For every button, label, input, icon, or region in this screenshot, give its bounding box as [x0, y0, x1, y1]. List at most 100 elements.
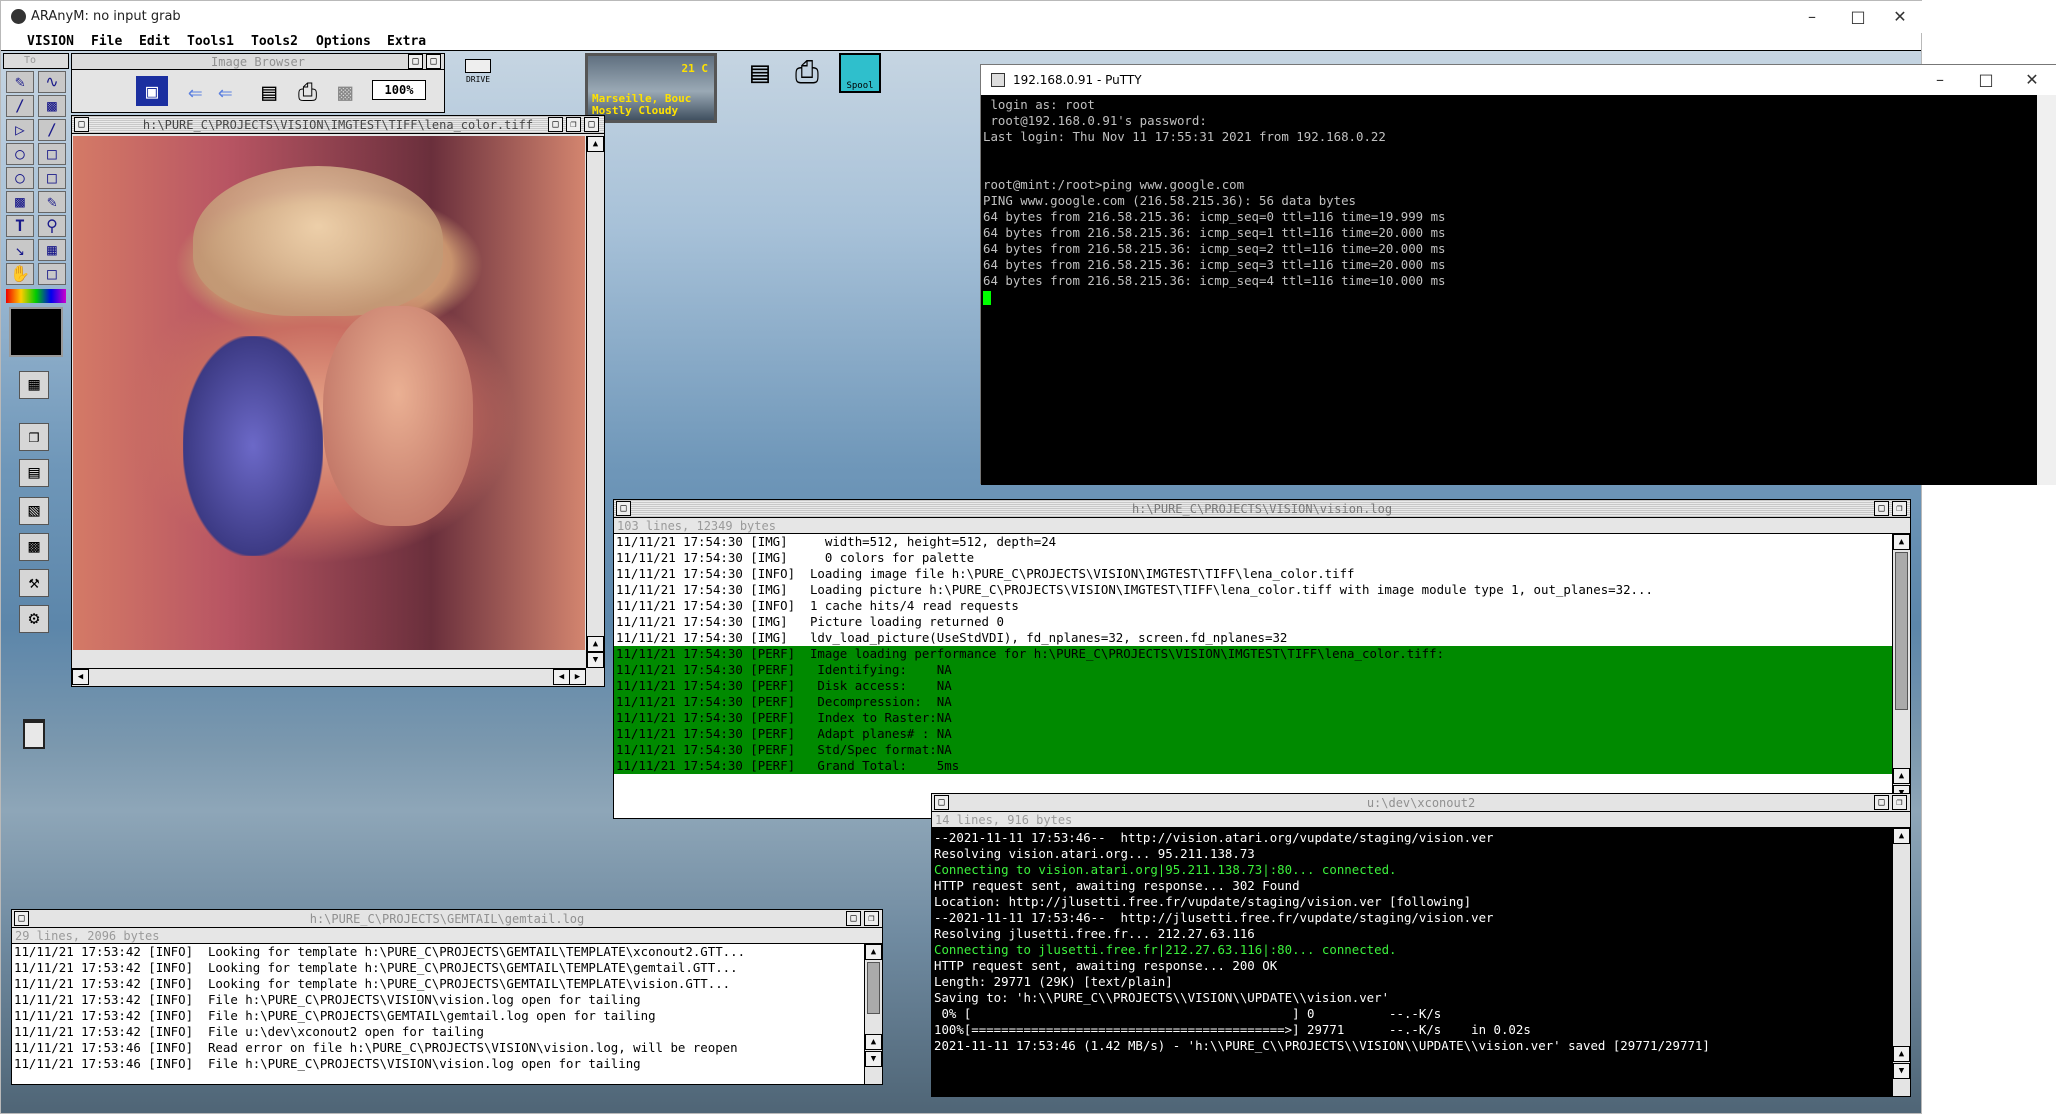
menu-tools2[interactable]: Tools2	[251, 34, 298, 49]
delete-icon[interactable]: ▩	[338, 78, 352, 106]
filled-rect-tool-icon[interactable]: □	[38, 167, 66, 189]
putty-maximize-button[interactable]: □	[1963, 65, 2009, 95]
scroll-right-arrow[interactable]: ▶	[569, 669, 586, 685]
line-tool-icon[interactable]: ∕	[38, 119, 66, 141]
document-icon[interactable]: ▤	[19, 459, 49, 487]
close-box[interactable]: □	[74, 117, 89, 132]
menu-edit[interactable]: Edit	[139, 34, 170, 49]
menu-options[interactable]: Options	[316, 34, 371, 49]
putty-terminal[interactable]: login as: root root@192.168.0.91's passw…	[981, 95, 2037, 485]
curve-tool-icon[interactable]: ∿	[38, 71, 66, 93]
scroll-down-arrow[interactable]: ▼	[865, 1051, 882, 1067]
brush-tool-icon[interactable]: ∕	[6, 95, 34, 117]
grid-tool-icon[interactable]: ▦	[38, 239, 66, 261]
image-vscroll[interactable]: ▲ ▲ ▼	[586, 136, 604, 668]
scroll-up-arrow-2[interactable]: ▲	[865, 1034, 882, 1050]
prev-arrow-icon[interactable]: ⇐	[218, 78, 232, 106]
palette-settings-icon[interactable]: ▦	[19, 371, 49, 399]
fuller-box[interactable]: ❐	[864, 911, 879, 926]
image-window-title[interactable]: h:\PURE_C\PROJECTS\VISION\IMGTEST\TIFF\l…	[72, 116, 604, 134]
printer-desk-icon[interactable]: ⎙	[795, 55, 819, 90]
tool-palette-title[interactable]: To	[3, 53, 69, 69]
circle-tool-icon[interactable]: ○	[6, 143, 34, 165]
weather-widget[interactable]: 21 C Marseille, Bouc Mostly Cloudy	[585, 53, 717, 123]
fuller-box[interactable]: ❐	[1892, 795, 1907, 810]
windows-icon[interactable]: ❐	[19, 423, 49, 451]
menu-vision[interactable]: VISION	[27, 34, 74, 49]
picker-tool-icon[interactable]: ↘	[6, 239, 34, 261]
settings-icon[interactable]: ⚙	[19, 605, 49, 633]
thermometer-icon[interactable]: ▧	[19, 497, 49, 525]
select-tool-icon[interactable]: □	[38, 263, 66, 285]
spool-icon[interactable]: Spool	[839, 53, 881, 93]
scroll-down-arrow[interactable]: ▼	[587, 652, 604, 668]
fuller-box[interactable]: ❐	[1892, 501, 1907, 516]
zoom-tool-icon[interactable]: ⚲	[38, 215, 66, 237]
iconify-box[interactable]: □	[548, 117, 563, 132]
color-palette-icon[interactable]	[6, 289, 66, 303]
close-button[interactable]: ✕	[1877, 1, 1923, 33]
polygon-tool-icon[interactable]: ▷	[6, 119, 34, 141]
hand-tool-icon[interactable]: ✋	[6, 263, 34, 285]
pen-tool-icon[interactable]: ✎	[6, 71, 34, 93]
putty-title-bar[interactable]: 192.168.0.91 - PuTTY – □ ✕	[981, 65, 2056, 95]
fill-tool-icon[interactable]: ▩	[6, 191, 34, 213]
scroll-down-arrow[interactable]: ▼	[1893, 1063, 1910, 1079]
notepad-icon[interactable]: ▤	[751, 55, 769, 90]
drive-icon[interactable]: DRIVE	[463, 55, 493, 95]
maximize-button[interactable]: □	[1835, 1, 1881, 33]
save-icon[interactable]: ▣	[136, 76, 168, 106]
eraser-tool-icon[interactable]: ✎	[38, 191, 66, 213]
slideshow-icon[interactable]: ▤	[262, 78, 276, 106]
close-box[interactable]: □	[14, 911, 29, 926]
scroll-up-arrow[interactable]: ▲	[1893, 828, 1910, 844]
iconify-box[interactable]: □	[408, 54, 423, 69]
menu-extra[interactable]: Extra	[387, 34, 426, 49]
back-arrow-icon[interactable]: ⇐	[188, 78, 202, 106]
rectangle-tool-icon[interactable]: □	[38, 143, 66, 165]
xconout-vscroll[interactable]: ▲ ▲ ▼	[1892, 828, 1910, 1096]
close-box[interactable]: □	[934, 795, 949, 810]
scroll-left-arrow[interactable]: ◀	[72, 669, 89, 685]
close-box[interactable]: □	[616, 501, 631, 516]
menu-tools1[interactable]: Tools1	[187, 34, 234, 49]
scroll-thumb[interactable]	[1895, 552, 1908, 710]
scroll-thumb[interactable]	[867, 962, 880, 1014]
vision-log-title[interactable]: h:\PURE_C\PROJECTS\VISION\vision.log	[614, 500, 1910, 518]
text-tool-icon[interactable]: T	[6, 215, 34, 237]
scroll-up-arrow-2[interactable]: ▲	[587, 636, 604, 652]
menu-file[interactable]: File	[91, 34, 122, 49]
fuller-box[interactable]: □	[584, 117, 599, 132]
gemtail-vscroll[interactable]: ▲ ▲ ▼	[864, 944, 882, 1084]
iconify-box[interactable]: □	[846, 911, 861, 926]
putty-scrollbar[interactable]	[2037, 95, 2056, 485]
chart-icon[interactable]: ▩	[19, 533, 49, 561]
log-line: 11/11/21 17:54:30 [PERF] Adapt planes# :…	[614, 726, 1892, 742]
image-hscroll[interactable]: ◀ ◀ ▶	[72, 668, 586, 686]
filled-circle-tool-icon[interactable]: ○	[6, 167, 34, 189]
putty-minimize-button[interactable]: –	[1917, 65, 1963, 95]
aranym-title-bar[interactable]: ARAnyM: no input grab – □ ✕	[1, 1, 1923, 33]
image-browser-title[interactable]: Image Browser	[72, 54, 444, 70]
iconify-box[interactable]: □	[1874, 795, 1889, 810]
iconify-box[interactable]: □	[1874, 501, 1889, 516]
printer-icon[interactable]: ⎙	[298, 78, 317, 106]
scroll-up-arrow[interactable]: ▲	[1893, 534, 1910, 550]
putty-close-button[interactable]: ✕	[2009, 65, 2055, 95]
scroll-left-arrow-2[interactable]: ◀	[553, 669, 570, 685]
vision-log-vscroll[interactable]: ▲ ▲ ▼	[1892, 534, 1910, 818]
fuller-box[interactable]: □	[426, 54, 441, 69]
scroll-up-arrow-2[interactable]: ▲	[1893, 768, 1910, 784]
scroll-up-arrow[interactable]: ▲	[587, 136, 604, 152]
xconout-title[interactable]: u:\dev\xconout2	[932, 794, 1910, 812]
scroll-up-arrow-2[interactable]: ▲	[1893, 1046, 1910, 1062]
gemtail-title[interactable]: h:\PURE_C\PROJECTS\GEMTAIL\gemtail.log	[12, 910, 882, 928]
tools-icon[interactable]: ⚒	[19, 569, 49, 597]
trash-icon[interactable]	[23, 719, 45, 749]
scroll-up-arrow[interactable]: ▲	[865, 944, 882, 960]
current-color-swatch[interactable]	[9, 307, 63, 357]
backdrop-box[interactable]: ❐	[566, 117, 581, 132]
minimize-button[interactable]: –	[1789, 1, 1835, 33]
zoom-field[interactable]: 100%	[372, 80, 426, 100]
spray-tool-icon[interactable]: ▩	[38, 95, 66, 117]
